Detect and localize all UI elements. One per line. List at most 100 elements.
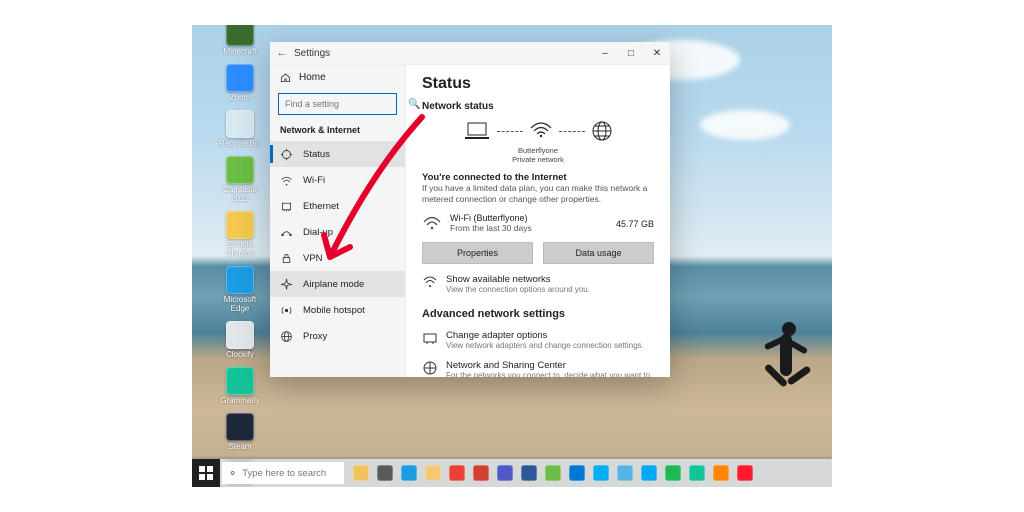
desktop-icon-steam[interactable]: Steam: [218, 413, 262, 451]
connection-usage: 45.77 GB: [616, 219, 654, 229]
minimize-button[interactable]: –: [592, 42, 618, 64]
taskbar-search-placeholder: Type here to search: [242, 468, 326, 479]
icon-label: Steam: [218, 442, 262, 451]
nav-item-mobile-hotspot[interactable]: Mobile hotspot: [270, 297, 405, 323]
windows-icon: [199, 466, 213, 480]
nav-item-wi-fi[interactable]: Wi-Fi: [270, 167, 405, 193]
icon-label: Epic Games Launcher: [218, 488, 262, 506]
nav-item-label: VPN: [303, 253, 323, 264]
change-adapter-link[interactable]: Change adapter options View network adap…: [422, 330, 654, 350]
window-titlebar[interactable]: ← Settings – □ ✕: [270, 42, 670, 65]
taskbar-icon-vlc[interactable]: [710, 462, 732, 484]
task-view-icon: [377, 465, 393, 481]
nav-item-airplane-mode[interactable]: Airplane mode: [270, 271, 405, 297]
network-usage-row: Wi-Fi (Butterflyone) From the last 30 da…: [422, 213, 654, 234]
wifi-icon: [529, 122, 553, 138]
desktop-icon-camtasia-2021[interactable]: Camtasia 2021: [218, 156, 262, 203]
taskbar-search[interactable]: ⚬ Type here to search: [222, 462, 344, 484]
adapter-icon: [422, 330, 438, 346]
opera-icon: [737, 465, 753, 481]
nav-item-label: Proxy: [303, 331, 327, 342]
nav-item-label: Wi-Fi: [303, 175, 325, 186]
icon-label: Microsoft Edge: [218, 295, 262, 313]
settings-search[interactable]: 🔍: [278, 93, 397, 115]
taskbar-icon-mail[interactable]: [566, 462, 588, 484]
desktop-icon-recycle-bin[interactable]: Recycle Bin: [218, 110, 262, 148]
taskbar-icon-clockify[interactable]: [638, 462, 660, 484]
nav-category-label: Network & Internet: [270, 123, 405, 141]
proxy-icon: [280, 330, 293, 343]
word-icon: [521, 465, 537, 481]
nav-item-status[interactable]: Status: [270, 141, 405, 167]
chrome-icon: [449, 465, 465, 481]
nav-item-dial-up[interactable]: Dial-up: [270, 219, 405, 245]
back-button[interactable]: ←: [270, 47, 294, 59]
taskbar-icon-teams[interactable]: [494, 462, 516, 484]
desktop-icon-zoom[interactable]: Zoom: [218, 64, 262, 102]
icon-label: Minecraft: [218, 47, 262, 56]
start-button[interactable]: [192, 459, 220, 487]
icon-label: Recycle Bin: [218, 139, 262, 148]
close-button[interactable]: ✕: [644, 42, 670, 64]
settings-nav: Home 🔍 Network & Internet Status Wi-Fi Eth…: [270, 65, 406, 377]
app-icon: [226, 64, 254, 92]
advanced-heading: Advanced network settings: [422, 308, 654, 320]
desktop-icon-clockify[interactable]: Clockify: [218, 321, 262, 359]
properties-button[interactable]: Properties: [422, 242, 533, 264]
taskbar: ⚬ Type here to search: [192, 459, 832, 487]
wifi-list-icon: [422, 274, 438, 290]
nav-item-label: Airplane mode: [303, 279, 364, 290]
mail-icon: [569, 465, 585, 481]
taskbar-icon-task-view[interactable]: [374, 462, 396, 484]
home-icon: [280, 72, 291, 83]
desktop-icon-google-chrome[interactable]: Google Chrome: [218, 211, 262, 258]
wifi-icon: [280, 174, 293, 187]
taskbar-icon-chrome[interactable]: [446, 462, 468, 484]
icon-label: Google Chrome: [218, 240, 262, 258]
teams-icon: [497, 465, 513, 481]
settings-window: ← Settings – □ ✕ Home 🔍 Network & Intern…: [270, 42, 670, 377]
diagram-caption: Butterflyone Private network: [422, 146, 654, 164]
desktop-icon-minecraft[interactable]: Minecraft: [218, 18, 262, 56]
taskbar-icon-camtasia[interactable]: [542, 462, 564, 484]
taskbar-icon-grammarly[interactable]: [686, 462, 708, 484]
taskbar-icon-notepad[interactable]: [614, 462, 636, 484]
taskbar-icon-skype[interactable]: [590, 462, 612, 484]
data-usage-button[interactable]: Data usage: [543, 242, 654, 264]
clockify-icon: [641, 465, 657, 481]
desktop-icon-grammarly[interactable]: Grammarly: [218, 367, 262, 405]
nav-home[interactable]: Home: [270, 65, 405, 89]
snagit-icon: [473, 465, 489, 481]
sharing-center-link[interactable]: Network and Sharing Center For the netwo…: [422, 360, 654, 377]
vpn-icon: [280, 252, 293, 265]
nav-item-vpn[interactable]: VPN: [270, 245, 405, 271]
nav-item-ethernet[interactable]: Ethernet: [270, 193, 405, 219]
sharing-icon: [422, 360, 438, 376]
laptop-icon: [463, 121, 491, 141]
taskbar-icon-cortana[interactable]: [350, 462, 372, 484]
desktop-icon-microsoft-edge[interactable]: Microsoft Edge: [218, 266, 262, 313]
settings-search-input[interactable]: [279, 99, 408, 109]
app-icon: [226, 413, 254, 441]
network-diagram: [422, 120, 654, 142]
taskbar-icon-edge[interactable]: [398, 462, 420, 484]
notepad-icon: [617, 465, 633, 481]
show-networks-link[interactable]: Show available networks View the connect…: [422, 274, 654, 294]
nav-item-proxy[interactable]: Proxy: [270, 323, 405, 349]
maximize-button[interactable]: □: [618, 42, 644, 64]
taskbar-icon-spotify[interactable]: [662, 462, 684, 484]
taskbar-icon-opera[interactable]: [734, 462, 756, 484]
camtasia-icon: [545, 465, 561, 481]
app-icon: [226, 156, 254, 184]
nav-item-label: Dial-up: [303, 227, 333, 238]
taskbar-icon-word[interactable]: [518, 462, 540, 484]
skype-icon: [593, 465, 609, 481]
taskbar-icon-explorer[interactable]: [422, 462, 444, 484]
taskbar-icon-snagit[interactable]: [470, 462, 492, 484]
connection-name: Wi-Fi (Butterflyone): [450, 213, 608, 223]
spotify-icon: [665, 465, 681, 481]
explorer-icon: [425, 465, 441, 481]
connected-subtext: If you have a limited data plan, you can…: [422, 183, 654, 205]
icon-label: Clockify: [218, 350, 262, 359]
wifi-small-icon: [422, 216, 442, 232]
